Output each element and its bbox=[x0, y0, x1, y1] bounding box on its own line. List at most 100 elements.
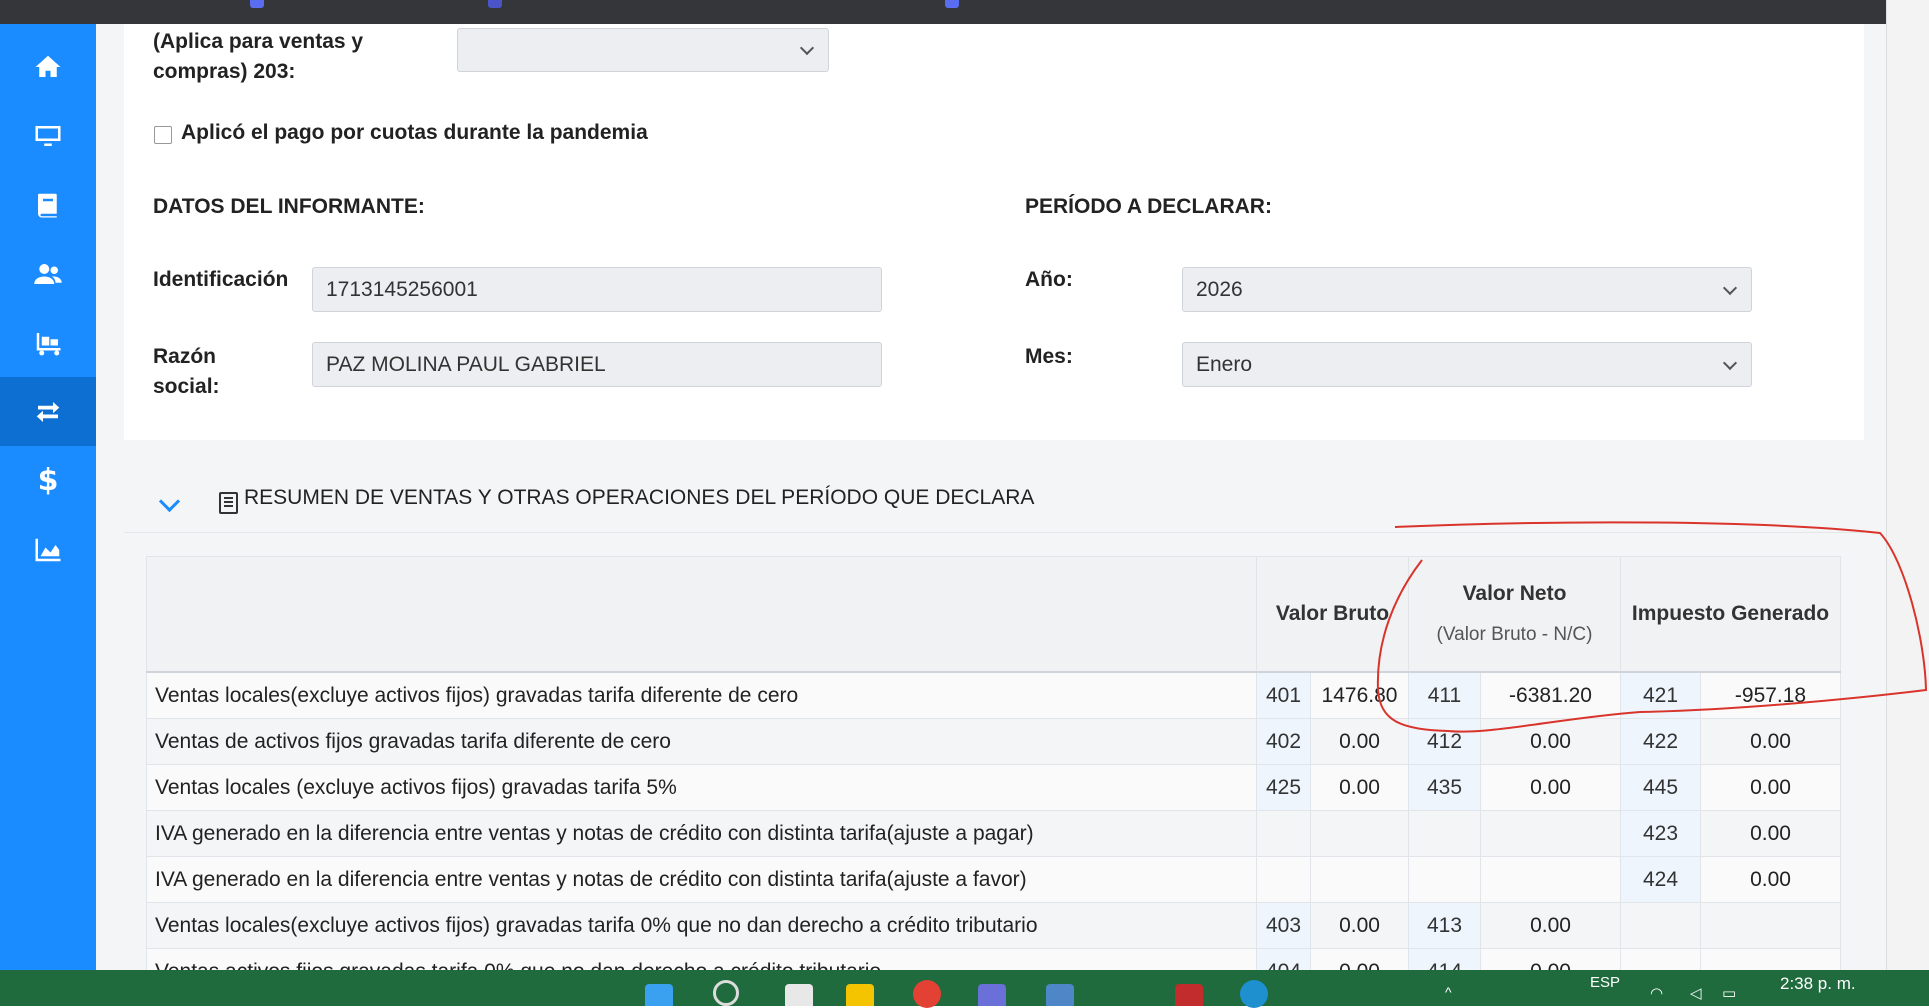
row-description: Ventas activos fijos gravadas tarifa 0% … bbox=[146, 948, 1257, 970]
calculator-icon[interactable] bbox=[1046, 984, 1074, 1006]
table-row: IVA generado en la diferencia entre vent… bbox=[146, 810, 1842, 857]
tab-favicon[interactable] bbox=[488, 0, 502, 8]
value-neto[interactable]: 0.00 bbox=[1480, 948, 1621, 970]
chevron-down-icon[interactable] bbox=[158, 490, 181, 513]
resumen-section-header[interactable]: RESUMEN DE VENTAS Y OTRAS OPERACIONES DE… bbox=[124, 470, 1864, 533]
value-impuesto[interactable]: 0.00 bbox=[1699, 764, 1842, 811]
tipo-label: (Aplica para ventas y compras) 203: bbox=[153, 30, 364, 83]
os-taskbar: ^ ESP ◠ ◁ ▭ 2:38 p. m. bbox=[0, 970, 1929, 1008]
sidebar-item-home[interactable] bbox=[0, 32, 96, 101]
anio-label: Año: bbox=[1025, 268, 1073, 291]
mes-select[interactable]: Enero bbox=[1182, 342, 1752, 387]
code-neto: 412 bbox=[1408, 718, 1481, 765]
value-bruto[interactable]: 0.00 bbox=[1310, 718, 1409, 765]
code-bruto: 401 bbox=[1256, 671, 1311, 719]
empty-cell bbox=[1256, 810, 1311, 857]
sidebar-item-monitor[interactable] bbox=[0, 101, 96, 170]
tipo-select[interactable] bbox=[457, 28, 829, 72]
identificacion-input[interactable]: 1713145256001 bbox=[312, 267, 882, 312]
chrome-icon[interactable] bbox=[913, 980, 941, 1008]
empty-cell bbox=[1480, 810, 1621, 857]
razon-input[interactable]: PAZ MOLINA PAUL GABRIEL bbox=[312, 342, 882, 387]
anio-select[interactable]: 2026 bbox=[1182, 267, 1752, 312]
windows-start-icon[interactable] bbox=[645, 984, 673, 1006]
sidebar: $ bbox=[0, 24, 96, 970]
table-row: Ventas locales(excluye activos fijos) gr… bbox=[146, 902, 1842, 949]
pandemia-label: Aplicó el pago por cuotas durante la pan… bbox=[181, 121, 648, 144]
monitor-icon bbox=[35, 125, 61, 146]
sidebar-item-exchange[interactable] bbox=[0, 377, 96, 446]
clock-time[interactable]: 2:38 p. m. bbox=[1780, 974, 1856, 994]
table-header-row: Valor Bruto Valor Neto (Valor Bruto - N/… bbox=[146, 556, 1842, 673]
sidebar-item-chart[interactable] bbox=[0, 515, 96, 584]
sidebar-item-dollar[interactable]: $ bbox=[0, 446, 96, 515]
sidebar-item-dolly[interactable] bbox=[0, 308, 96, 377]
empty-cell bbox=[1408, 810, 1481, 857]
language-indicator[interactable]: ESP bbox=[1590, 974, 1620, 991]
code-bruto: 402 bbox=[1256, 718, 1311, 765]
pandemia-checkbox[interactable] bbox=[154, 126, 172, 144]
value-impuesto[interactable]: 0.00 bbox=[1699, 810, 1842, 857]
periodo-heading: PERÍODO A DECLARAR: bbox=[1025, 195, 1272, 218]
value-impuesto[interactable]: 0.00 bbox=[1699, 856, 1842, 903]
main-content: (Aplica para ventas y compras) 203: Apli… bbox=[96, 24, 1886, 970]
book-icon bbox=[38, 193, 57, 217]
header-impuesto: Impuesto Generado bbox=[1619, 556, 1842, 673]
value-bruto[interactable]: 0.00 bbox=[1310, 764, 1409, 811]
battery-icon[interactable]: ▭ bbox=[1722, 984, 1736, 1002]
chart-area-icon bbox=[35, 538, 61, 561]
wifi-icon[interactable]: ◠ bbox=[1650, 984, 1663, 1002]
code-neto: 435 bbox=[1408, 764, 1481, 811]
code-neto: 414 bbox=[1408, 948, 1481, 970]
table-row: Ventas de activos fijos gravadas tarifa … bbox=[146, 718, 1842, 765]
resumen-table: Valor Bruto Valor Neto (Valor Bruto - N/… bbox=[146, 556, 1842, 970]
code-neto: 413 bbox=[1408, 902, 1481, 949]
identificacion-value: 1713145256001 bbox=[326, 277, 478, 301]
chevron-down-icon bbox=[1722, 280, 1738, 295]
value-bruto[interactable]: 0.00 bbox=[1310, 948, 1409, 970]
dolly-icon bbox=[35, 332, 61, 355]
value-neto[interactable]: 0.00 bbox=[1480, 718, 1621, 765]
search-icon[interactable] bbox=[713, 980, 739, 1006]
tab-favicon[interactable] bbox=[945, 0, 959, 8]
edge-icon[interactable] bbox=[1240, 980, 1268, 1008]
code-bruto: 403 bbox=[1256, 902, 1311, 949]
value-neto[interactable]: 0.00 bbox=[1480, 902, 1621, 949]
file-explorer-icon[interactable] bbox=[846, 984, 874, 1006]
code-impuesto: 421 bbox=[1620, 671, 1701, 719]
mes-label: Mes: bbox=[1025, 345, 1073, 368]
sidebar-item-book[interactable] bbox=[0, 170, 96, 239]
header-description bbox=[146, 556, 1257, 673]
code-impuesto: 423 bbox=[1620, 810, 1701, 857]
row-description: IVA generado en la diferencia entre vent… bbox=[146, 856, 1257, 903]
app-icon[interactable] bbox=[1175, 984, 1203, 1006]
teams-icon[interactable] bbox=[978, 984, 1006, 1006]
code-impuesto: 445 bbox=[1620, 764, 1701, 811]
volume-icon[interactable]: ◁ bbox=[1690, 984, 1702, 1002]
tab-favicon[interactable] bbox=[250, 0, 264, 8]
chevron-up-icon[interactable]: ^ bbox=[1445, 984, 1452, 1000]
home-icon bbox=[35, 55, 61, 77]
row-description: Ventas locales(excluye activos fijos) gr… bbox=[146, 671, 1257, 719]
browser-tab-strip bbox=[0, 0, 1886, 24]
task-view-icon[interactable] bbox=[785, 984, 813, 1006]
header-valor-bruto: Valor Bruto bbox=[1256, 556, 1409, 673]
table-row: Ventas locales(excluye activos fijos) gr… bbox=[146, 671, 1842, 719]
sidebar-item-users[interactable] bbox=[0, 239, 96, 308]
empty-cell bbox=[1256, 856, 1311, 903]
dollar-icon: $ bbox=[37, 463, 59, 498]
value-neto[interactable]: 0.00 bbox=[1480, 764, 1621, 811]
table-row: Ventas locales (excluye activos fijos) g… bbox=[146, 764, 1842, 811]
header-valor-neto-sub: (Valor Bruto - N/C) bbox=[1436, 624, 1593, 645]
row-description: IVA generado en la diferencia entre vent… bbox=[146, 810, 1257, 857]
value-impuesto[interactable]: -957.18 bbox=[1699, 671, 1842, 719]
header-valor-neto: Valor Neto (Valor Bruto - N/C) bbox=[1408, 556, 1621, 673]
value-neto[interactable]: -6381.20 bbox=[1480, 671, 1621, 719]
value-bruto[interactable]: 0.00 bbox=[1310, 902, 1409, 949]
empty-cell bbox=[1480, 856, 1621, 903]
value-impuesto[interactable]: 0.00 bbox=[1699, 718, 1842, 765]
empty-cell bbox=[1310, 856, 1409, 903]
page-right-gutter bbox=[1886, 0, 1929, 970]
code-neto: 411 bbox=[1408, 671, 1481, 719]
value-bruto[interactable]: 1476.80 bbox=[1310, 671, 1409, 719]
